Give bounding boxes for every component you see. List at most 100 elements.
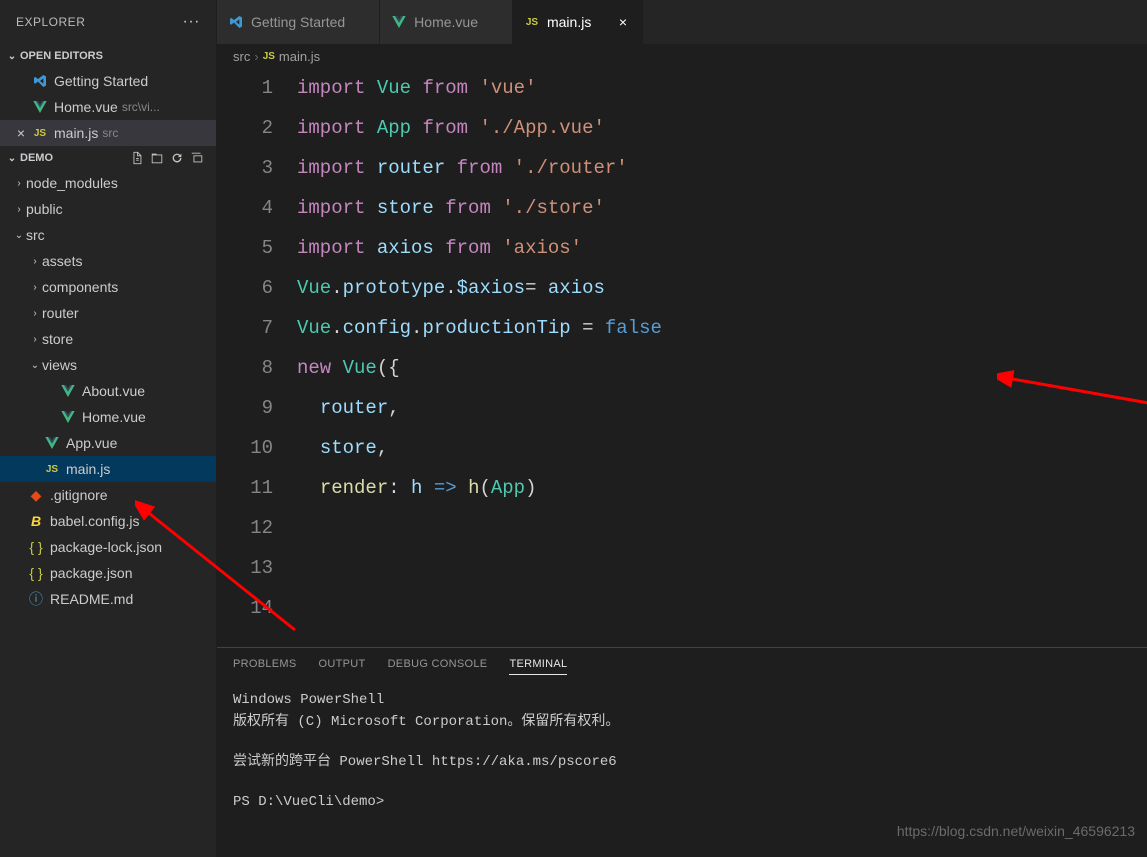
chevron-down-icon: ⌄ <box>12 230 26 241</box>
item-label: .gitignore <box>50 487 108 503</box>
file-item[interactable]: Home.vue <box>0 404 216 430</box>
folder-item[interactable]: ›store <box>0 326 216 352</box>
vue-icon <box>390 13 408 31</box>
file-dir: src\vi... <box>122 100 160 114</box>
collapse-icon[interactable] <box>188 149 206 167</box>
new-file-icon[interactable] <box>128 149 146 167</box>
item-label: assets <box>42 253 82 269</box>
open-editor-item[interactable]: Home.vuesrc\vi... <box>0 94 216 120</box>
vscode-icon <box>30 71 50 91</box>
editor-tab[interactable]: Home.vue <box>380 0 513 44</box>
panel-tab-problems[interactable]: PROBLEMS <box>233 658 297 675</box>
panel-tab-debug-console[interactable]: DEBUG CONSOLE <box>388 658 488 675</box>
chevron-down-icon: ⌄ <box>4 51 20 62</box>
file-item[interactable]: { }package-lock.json <box>0 534 216 560</box>
close-icon[interactable]: × <box>12 125 30 141</box>
chevron-right-icon: › <box>12 204 26 215</box>
file-item[interactable]: { }package.json <box>0 560 216 586</box>
item-label: router <box>42 305 79 321</box>
file-item[interactable]: JSmain.js <box>0 456 216 482</box>
breadcrumb-part[interactable]: main.js <box>279 49 320 64</box>
item-label: views <box>42 357 77 373</box>
refresh-icon[interactable] <box>168 149 186 167</box>
chevron-down-icon: ⌄ <box>28 360 42 371</box>
editor-tab[interactable]: JS main.js × <box>513 0 643 44</box>
folder-item[interactable]: ›router <box>0 300 216 326</box>
file-item[interactable]: App.vue <box>0 430 216 456</box>
explorer-title: EXPLORER <box>16 15 85 29</box>
editor-tab[interactable]: Getting Started <box>217 0 380 44</box>
file-item[interactable]: ⓘREADME.md <box>0 586 216 612</box>
tab-label: main.js <box>547 14 591 30</box>
file-item[interactable]: ◆.gitignore <box>0 482 216 508</box>
folder-item[interactable]: ›node_modules <box>0 170 216 196</box>
item-label: public <box>26 201 63 217</box>
vscode-icon <box>227 13 245 31</box>
chevron-right-icon: › <box>28 334 42 345</box>
chevron-right-icon: › <box>28 282 42 293</box>
js-icon: JS <box>42 459 62 479</box>
terminal-line: 尝试新的跨平台 PowerShell https://aka.ms/pscore… <box>233 751 1131 773</box>
item-label: Home.vue <box>82 409 146 425</box>
item-label: App.vue <box>66 435 117 451</box>
folder-item[interactable]: ›assets <box>0 248 216 274</box>
panel-tab-terminal[interactable]: TERMINAL <box>509 658 567 675</box>
terminal-prompt[interactable]: PS D:\VueCli\demo> <box>233 791 1131 813</box>
explorer-more-icon[interactable]: ··· <box>183 13 200 31</box>
babel-icon: B <box>26 511 46 531</box>
open-editor-item[interactable]: ×JSmain.js src <box>0 120 216 146</box>
folder-item[interactable]: ⌄views <box>0 352 216 378</box>
item-label: README.md <box>50 591 133 607</box>
js-icon: JS <box>263 51 275 62</box>
js-icon: JS <box>523 13 541 31</box>
project-header[interactable]: ⌄ DEMO <box>0 146 216 170</box>
main-area: Getting Started Home.vue JS main.js × src › … <box>217 0 1147 857</box>
item-label: main.js <box>66 461 110 477</box>
json-icon: { } <box>26 537 46 557</box>
tab-label: Home.vue <box>414 14 478 30</box>
item-label: components <box>42 279 118 295</box>
panel-tab-output[interactable]: OUTPUT <box>319 658 366 675</box>
vue-icon <box>30 97 50 117</box>
json-icon: { } <box>26 563 46 583</box>
project-actions <box>128 149 212 167</box>
tab-label: Getting Started <box>251 14 345 30</box>
project-label: DEMO <box>20 152 53 164</box>
code-editor[interactable]: 1234567891011121314 import Vue from 'vue… <box>217 68 1147 647</box>
chevron-right-icon: › <box>28 308 42 319</box>
terminal-line: 版权所有 (C) Microsoft Corporation。保留所有权利。 <box>233 711 1131 733</box>
watermark-text: https://blog.csdn.net/weixin_46596213 <box>897 823 1135 839</box>
explorer-sidebar: EXPLORER ··· ⌄ OPEN EDITORS Getting Star… <box>0 0 217 857</box>
open-editors-label: OPEN EDITORS <box>20 50 103 62</box>
chevron-right-icon: › <box>28 256 42 267</box>
vue-icon <box>58 407 78 427</box>
folder-item[interactable]: ›public <box>0 196 216 222</box>
breadcrumb[interactable]: src › JS main.js <box>217 44 1147 68</box>
folder-item[interactable]: ›components <box>0 274 216 300</box>
breadcrumb-part[interactable]: src <box>233 49 250 64</box>
git-icon: ◆ <box>26 485 46 505</box>
open-editor-item[interactable]: Getting Started <box>0 68 216 94</box>
item-label: store <box>42 331 73 347</box>
explorer-header: EXPLORER ··· <box>0 0 216 44</box>
item-label: package.json <box>50 565 133 581</box>
close-icon[interactable]: × <box>614 14 632 30</box>
panel-tabs: PROBLEMS OUTPUT DEBUG CONSOLE TERMINAL <box>217 648 1147 681</box>
open-editors-header[interactable]: ⌄ OPEN EDITORS <box>0 44 216 68</box>
new-folder-icon[interactable] <box>148 149 166 167</box>
file-label: Getting Started <box>54 73 148 89</box>
js-icon: JS <box>30 123 50 143</box>
item-label: package-lock.json <box>50 539 162 555</box>
info-icon: ⓘ <box>26 589 46 609</box>
folder-item[interactable]: ⌄src <box>0 222 216 248</box>
file-item[interactable]: About.vue <box>0 378 216 404</box>
file-label: main.js <box>54 125 98 141</box>
terminal-line: Windows PowerShell <box>233 689 1131 711</box>
chevron-right-icon: › <box>254 49 258 64</box>
file-item[interactable]: Bbabel.config.js <box>0 508 216 534</box>
chevron-right-icon: › <box>12 178 26 189</box>
chevron-down-icon: ⌄ <box>4 153 20 164</box>
code-content[interactable]: import Vue from 'vue'import App from './… <box>297 68 1147 647</box>
line-gutter: 1234567891011121314 <box>217 68 297 647</box>
file-dir: src <box>102 126 118 140</box>
